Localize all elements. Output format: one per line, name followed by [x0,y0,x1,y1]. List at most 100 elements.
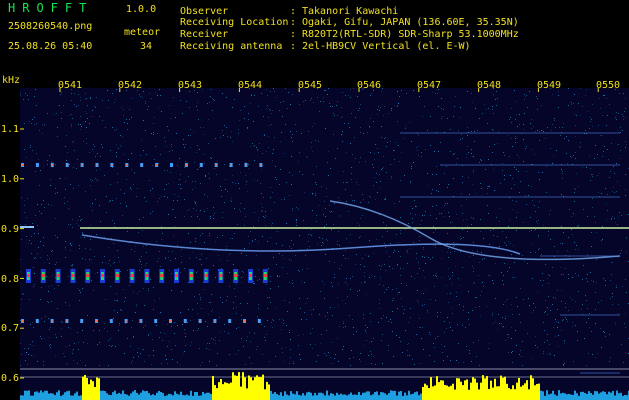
noise-dot [487,188,488,189]
noise-dot [246,255,247,256]
noise-dot [390,164,391,165]
noise-dot [401,283,402,284]
noise-dot [298,270,299,271]
noise-dot [349,242,350,243]
noise-dot [64,197,65,198]
noise-dot [350,97,351,98]
noise-dot [92,203,93,204]
noise-dot [263,116,264,117]
noise-dot [201,254,202,255]
noise-dot [216,365,217,366]
noise-dot [307,298,308,299]
noise-dot [248,113,249,114]
noise-dot [131,249,132,250]
noise-dot [408,223,409,224]
noise-dot [566,136,567,137]
noise-dot [292,141,293,142]
noise-dot [343,255,344,256]
noise-dot [621,215,622,216]
noise-dot [303,88,304,89]
noise-dot [531,186,532,187]
noise-dot [476,356,477,357]
noise-dot [353,334,354,335]
noise-dot [55,235,56,236]
noise-dot [377,148,378,149]
level-bar [558,390,560,400]
noise-dot [181,256,182,257]
noise-dot [43,237,44,238]
noise-dot [289,330,290,331]
noise-dot [164,196,165,197]
noise-dot [261,211,262,212]
noise-dot [187,210,188,211]
noise-dot [80,360,81,361]
noise-dot [412,218,413,219]
noise-dot [360,264,361,265]
noise-dot [595,323,596,324]
noise-dot [168,257,169,258]
noise-dot [47,164,48,165]
noise-dot [296,222,297,223]
noise-dot [250,146,251,147]
noise-dot [130,187,131,188]
noise-dot [152,165,153,166]
level-bar [538,383,540,400]
noise-dot [179,158,180,159]
noise-dot [49,155,50,156]
noise-dot [379,284,380,285]
noise-dot [305,303,306,304]
noise-dot [72,353,73,354]
noise-dot [335,354,336,355]
level-bar [560,393,562,400]
noise-dot [139,259,140,260]
noise-dot [405,126,406,127]
level-bar [344,394,346,400]
noise-dot [26,157,27,158]
level-bar [616,390,618,400]
noise-dot [524,261,525,262]
noise-dot [49,258,50,259]
noise-dot [275,166,276,167]
level-bar [496,386,498,400]
noise-dot [254,145,255,146]
level-bar [430,377,432,400]
noise-dot [534,154,535,155]
noise-dot [526,146,527,147]
noise-dot [68,224,69,225]
noise-dot [565,268,566,269]
noise-dot [431,193,432,194]
noise-dot [110,200,111,201]
level-bar [92,381,94,400]
noise-dot [185,333,186,334]
receiver-label: Receiver [180,29,229,40]
noise-dot [31,253,32,254]
noise-dot [134,251,135,252]
noise-dot [394,159,395,160]
noise-dot [451,282,452,283]
noise-dot [400,230,401,231]
noise-dot [37,204,38,205]
noise-dot [589,155,590,156]
header-panel: HROFFT 1.0.0 2508260540.png 25.08.26 05:… [0,0,629,72]
level-bar [106,393,108,400]
noise-dot [315,195,316,196]
noise-dot [512,362,513,363]
noise-dot [363,133,364,134]
noise-dot [602,156,603,157]
noise-dot [384,138,385,139]
level-bar [290,391,292,400]
noise-dot [78,124,79,125]
level-bar [380,392,382,400]
noise-dot [140,353,141,354]
noise-dot [20,224,21,225]
noise-dot [139,219,140,220]
level-bar [512,385,514,400]
noise-dot [345,258,346,259]
noise-dot [474,141,475,142]
noise-dot [50,344,51,345]
noise-dot [435,338,436,339]
noise-dot [317,355,318,356]
noise-dot [211,294,212,295]
noise-dot [200,259,201,260]
noise-dot [315,140,316,141]
